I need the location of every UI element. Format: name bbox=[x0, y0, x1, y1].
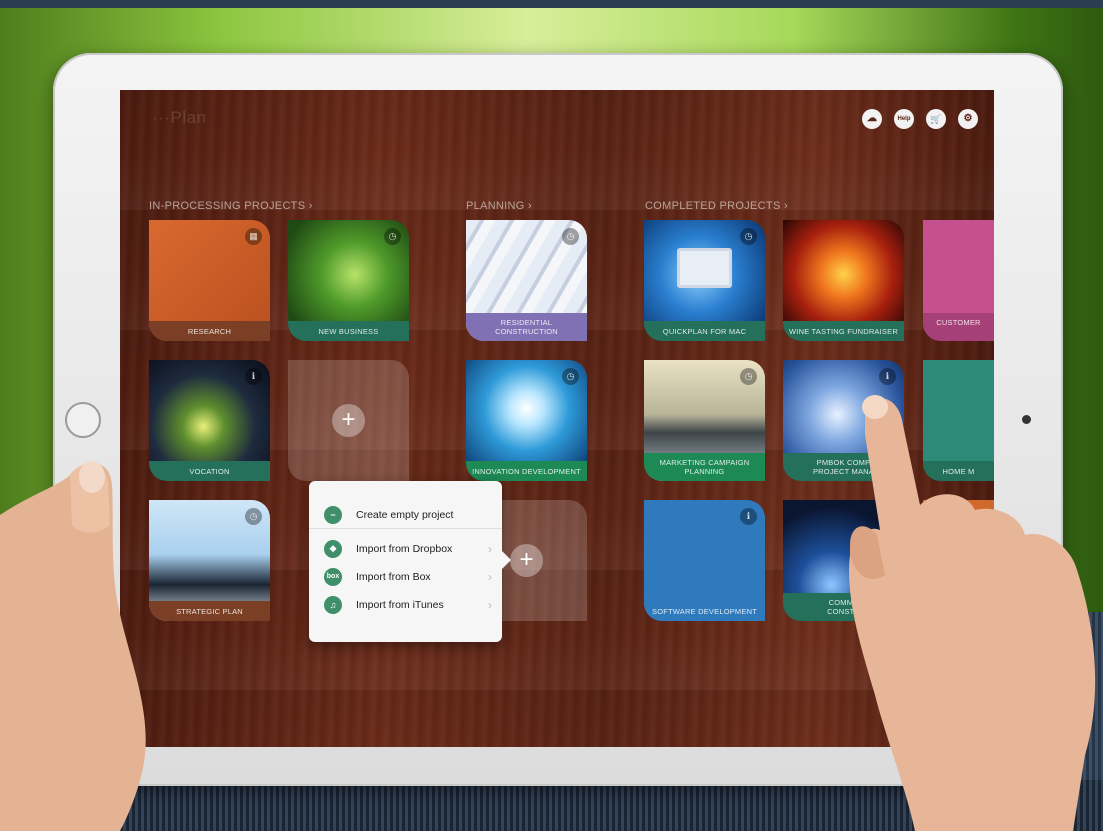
menu-import-itunes[interactable]: ♫ Import from iTunes › bbox=[309, 591, 502, 619]
top-toolbar: ☁ Help 🛒 ⚙ bbox=[862, 109, 978, 129]
project-tile-research[interactable]: ▦ RESEARCH bbox=[149, 220, 270, 341]
tile-label: VOCATION bbox=[149, 461, 270, 481]
cart-icon[interactable]: 🛒 bbox=[926, 109, 946, 129]
section-in-processing[interactable]: IN-PROCESSING PROJECTS › bbox=[149, 200, 313, 212]
tile-label: STRATEGIC PLAN bbox=[149, 601, 270, 621]
tile-label: CUSTOMER bbox=[923, 313, 994, 341]
menu-item-label: Import from iTunes bbox=[356, 599, 444, 611]
add-project-popover: − Create empty project ❖ Import from Dro… bbox=[309, 481, 502, 642]
project-tile-vocation[interactable]: ℹ VOCATION bbox=[149, 360, 270, 481]
tile-label: RESEARCH bbox=[149, 321, 270, 341]
project-tile-marketing[interactable]: ◷ MARKETING CAMPAIGN PLANNING bbox=[644, 360, 765, 481]
dropbox-icon: ❖ bbox=[324, 540, 342, 558]
plus-icon[interactable]: + bbox=[510, 544, 543, 577]
project-tile-wine-tasting[interactable]: WINE TASTING FUNDRAISER bbox=[783, 220, 904, 341]
clock-icon: ◷ bbox=[740, 368, 757, 385]
menu-import-box[interactable]: box Import from Box › bbox=[309, 563, 502, 591]
tile-label: RESIDENTIAL CONSTRUCTION bbox=[466, 313, 587, 341]
menu-item-label: Import from Box bbox=[356, 571, 431, 583]
section-planning[interactable]: PLANNING › bbox=[466, 200, 532, 212]
clock-icon: ◷ bbox=[245, 508, 262, 525]
project-tile-quickplan-mac[interactable]: ◷ QUICKPLAN FOR MAC bbox=[644, 220, 765, 341]
menu-import-dropbox[interactable]: ❖ Import from Dropbox › bbox=[309, 535, 502, 563]
project-tile-new-business[interactable]: ◷ NEW BUSINESS bbox=[288, 220, 409, 341]
add-project-placeholder[interactable]: + bbox=[288, 360, 409, 481]
info-icon: ℹ bbox=[740, 508, 757, 525]
clock-icon: ◷ bbox=[562, 368, 579, 385]
menu-item-label: Import from Dropbox bbox=[356, 543, 453, 555]
minus-circle-icon: − bbox=[324, 506, 342, 524]
menu-item-label: Create empty project bbox=[356, 509, 454, 521]
tile-label: INNOVATION DEVELOPMENT bbox=[466, 461, 587, 481]
calendar-icon: ▦ bbox=[245, 228, 262, 245]
photo-top-edge bbox=[0, 0, 1103, 8]
info-icon: ℹ bbox=[245, 368, 262, 385]
home-button[interactable] bbox=[65, 402, 101, 438]
clock-icon: ◷ bbox=[384, 228, 401, 245]
clock-icon: ◷ bbox=[740, 228, 757, 245]
tile-label: QUICKPLAN FOR MAC bbox=[644, 321, 765, 341]
chevron-right-icon: › bbox=[488, 598, 492, 612]
cloud-icon[interactable]: ☁ bbox=[862, 109, 882, 129]
app-logo: ···Plan bbox=[152, 108, 207, 127]
info-icon: ℹ bbox=[879, 368, 896, 385]
plus-icon[interactable]: + bbox=[332, 404, 365, 437]
menu-create-empty-project[interactable]: − Create empty project bbox=[309, 502, 502, 529]
chevron-right-icon: › bbox=[488, 570, 492, 584]
popover-arrow bbox=[502, 551, 511, 569]
project-tile-customer[interactable]: CUSTOMER bbox=[923, 220, 994, 341]
tile-label: WINE TASTING FUNDRAISER bbox=[783, 321, 904, 341]
left-hand-image bbox=[0, 461, 146, 831]
project-tile-innovation[interactable]: ◷ INNOVATION DEVELOPMENT bbox=[466, 360, 587, 481]
tile-label: SOFTWARE DEVELOPMENT bbox=[644, 601, 765, 621]
project-tile-strategic[interactable]: ◷ STRATEGIC PLAN bbox=[149, 500, 270, 621]
music-note-icon: ♫ bbox=[324, 596, 342, 614]
tile-label: MARKETING CAMPAIGN PLANNING bbox=[644, 453, 765, 481]
section-completed[interactable]: COMPLETED PROJECTS › bbox=[645, 200, 788, 212]
tile-label: NEW BUSINESS bbox=[288, 321, 409, 341]
help-icon[interactable]: Help bbox=[894, 109, 914, 129]
monitor-icon bbox=[677, 248, 732, 288]
project-tile-residential[interactable]: ◷ RESIDENTIAL CONSTRUCTION bbox=[466, 220, 587, 341]
chevron-right-icon: › bbox=[488, 542, 492, 556]
project-tile-software[interactable]: ℹ SOFTWARE DEVELOPMENT bbox=[644, 500, 765, 621]
clock-icon: ◷ bbox=[562, 228, 579, 245]
gear-icon[interactable]: ⚙ bbox=[958, 109, 978, 129]
box-icon: box bbox=[324, 568, 342, 586]
right-hand-image bbox=[849, 395, 1096, 831]
